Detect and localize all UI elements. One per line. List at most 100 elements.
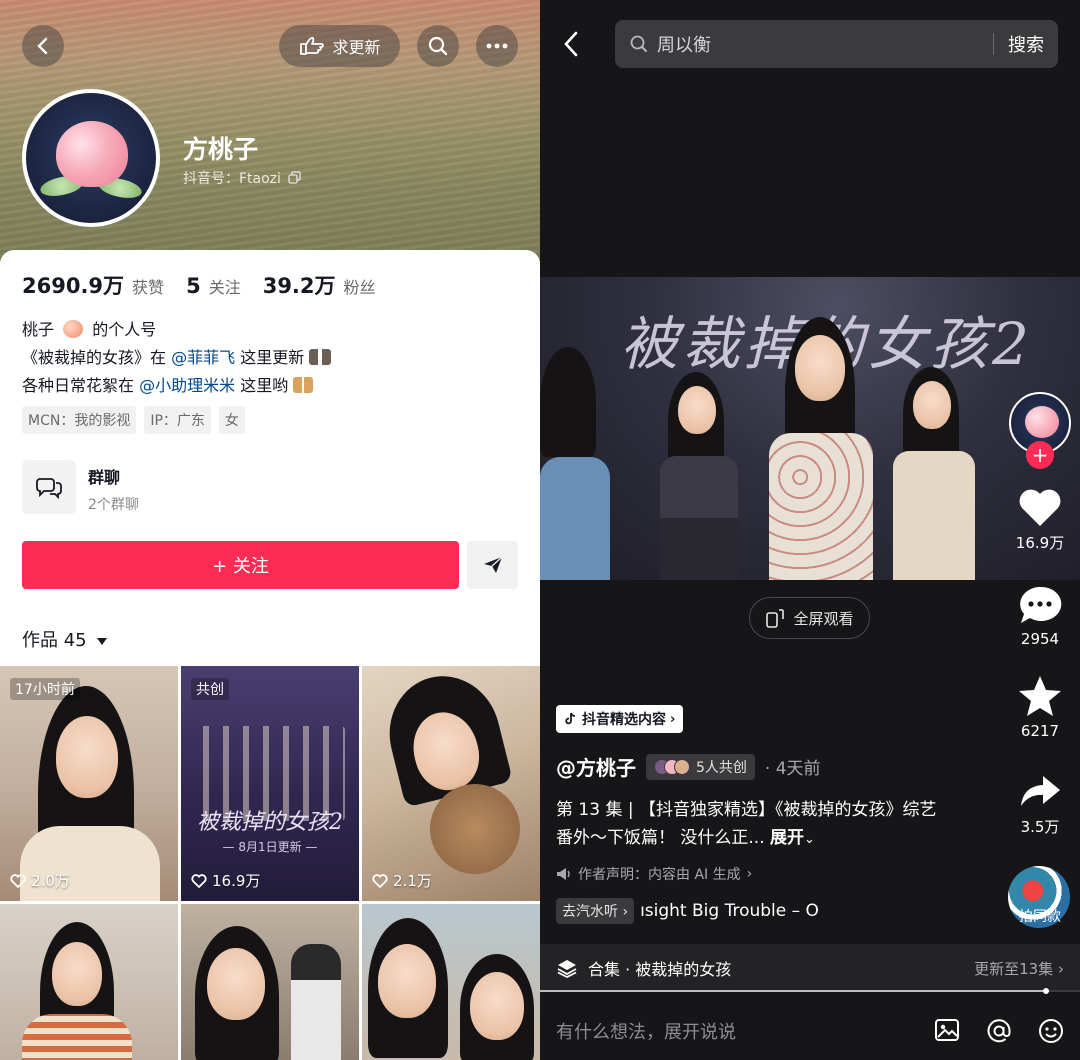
likes-label: 获赞 bbox=[132, 278, 165, 297]
chevron-right-icon: › bbox=[670, 711, 676, 727]
mcn-tag[interactable]: MCN：我的影视 bbox=[22, 406, 137, 434]
megaphone-icon bbox=[557, 868, 570, 880]
peach-emoji-icon bbox=[63, 320, 84, 338]
video-thumb[interactable] bbox=[181, 904, 359, 1060]
video-description[interactable]: 第 13 集 | 【抖音独家精选】《被裁掉的女孩》综艺番外～下饭篇！ 没什么正.… bbox=[556, 796, 946, 854]
chevron-right-icon: › bbox=[746, 866, 753, 882]
comment-count: 2954 bbox=[1020, 630, 1060, 648]
video-player[interactable]: 被裁掉的女孩2 bbox=[540, 277, 1080, 580]
works-tab[interactable]: 作品 45 bbox=[22, 626, 108, 652]
bio-line-1: 桃子 的个人号 bbox=[22, 316, 331, 344]
video-thumb[interactable] bbox=[0, 904, 178, 1060]
heart-icon bbox=[1019, 489, 1061, 526]
rotate-screen-icon bbox=[766, 609, 785, 628]
cocreate-label: 5人共创 bbox=[696, 759, 747, 776]
source-chip-label: 抖音精选内容 bbox=[582, 712, 666, 728]
share-button[interactable]: 3.5万 bbox=[1007, 772, 1073, 837]
music-row[interactable]: 去汽水听 › ısight Big Trouble – O bbox=[556, 898, 819, 924]
search-button[interactable] bbox=[417, 25, 459, 67]
video-thumb[interactable] bbox=[362, 904, 540, 1060]
profile-name: 方桃子 bbox=[183, 135, 259, 164]
stack-icon bbox=[557, 960, 577, 978]
following-label[interactable]: 关注 bbox=[209, 274, 241, 298]
following-count[interactable]: 5 bbox=[186, 274, 201, 298]
copy-icon bbox=[288, 171, 302, 184]
collection-label: 合集 · 被裁掉的女孩 bbox=[588, 960, 732, 979]
cocreator-avatars bbox=[654, 758, 690, 775]
shoot-same-label: 拍同款 bbox=[1019, 909, 1061, 925]
face-shape bbox=[378, 944, 436, 1018]
request-update-button[interactable]: 求更新 bbox=[279, 25, 400, 67]
ai-declaration[interactable]: 作者声明：内容由 AI 生成 › bbox=[556, 864, 752, 884]
expand-button[interactable]: 展开 bbox=[770, 828, 804, 848]
mention-link[interactable]: @小助理米米 bbox=[139, 376, 235, 395]
search-input[interactable]: 周以衡 bbox=[657, 31, 711, 57]
back-button[interactable] bbox=[22, 25, 64, 67]
follow-author-button[interactable]: + bbox=[1026, 441, 1054, 469]
follow-button[interactable]: + 关注 bbox=[22, 541, 459, 589]
ip-tag: IP：广东 bbox=[144, 406, 211, 434]
dancers-emoji-icon bbox=[309, 349, 332, 365]
peach-icon bbox=[56, 121, 128, 187]
source-chip[interactable]: 抖音精选内容 › bbox=[556, 705, 684, 733]
image-icon[interactable] bbox=[934, 1018, 960, 1042]
emoji-icon[interactable] bbox=[1038, 1018, 1064, 1044]
thumb-image bbox=[0, 666, 178, 901]
chevron-left-icon bbox=[37, 37, 48, 55]
comment-input[interactable]: 有什么想法，展开说说 bbox=[556, 1018, 736, 1044]
search-divider bbox=[993, 33, 994, 55]
music-title: ısight Big Trouble – O bbox=[640, 901, 819, 921]
followers-label[interactable]: 粉丝 bbox=[344, 274, 376, 298]
cocreate-badge: 共创 bbox=[191, 678, 229, 700]
video-thumb[interactable]: 17小时前 2.0万 bbox=[0, 666, 178, 901]
heart-outline-icon bbox=[372, 873, 388, 888]
mention-link[interactable]: @菲菲飞 bbox=[171, 348, 235, 367]
open-in-music-app-button[interactable]: 去汽水听 › bbox=[556, 898, 635, 924]
more-button[interactable] bbox=[476, 25, 518, 67]
description-text: 第 13 集 | 【抖音独家精选】《被裁掉的女孩》综艺番外～下饭篇！ 没什么正.… bbox=[556, 800, 937, 848]
author-name[interactable]: @方桃子 bbox=[556, 752, 636, 781]
profile-avatar[interactable] bbox=[22, 89, 160, 227]
share-arrow-icon bbox=[1021, 776, 1060, 806]
star-icon bbox=[1019, 676, 1061, 716]
group-chat-count: 2个群聊 bbox=[88, 497, 139, 513]
fullscreen-button[interactable]: 全屏观看 bbox=[749, 597, 870, 639]
progress-handle[interactable] bbox=[1043, 988, 1049, 994]
face-shape bbox=[56, 716, 118, 798]
chevron-left-icon bbox=[564, 31, 578, 57]
share-profile-button[interactable] bbox=[467, 541, 518, 589]
clothes-shape bbox=[22, 1014, 132, 1060]
like-button[interactable]: 16.9万 bbox=[1007, 488, 1073, 553]
douyin-id[interactable]: 抖音号：Ftaozi bbox=[183, 168, 302, 188]
mention-icon[interactable] bbox=[986, 1018, 1012, 1044]
search-submit-button[interactable]: 搜索 bbox=[1008, 31, 1044, 57]
thumb-image bbox=[0, 904, 178, 1060]
followers-count[interactable]: 39.2万 bbox=[263, 270, 336, 300]
search-bar[interactable]: 周以衡 搜索 bbox=[615, 20, 1058, 68]
thumb-likes: 16.9万 bbox=[191, 870, 260, 891]
collection-bar[interactable]: 合集 · 被裁掉的女孩 更新至13集 › bbox=[540, 944, 1080, 992]
favorite-count: 6217 bbox=[1020, 722, 1060, 740]
back-button[interactable] bbox=[562, 30, 580, 62]
favorite-button[interactable]: 6217 bbox=[1007, 674, 1073, 740]
bio-text: 这里哟 bbox=[240, 376, 289, 395]
cocreate-chip[interactable]: 5人共创 bbox=[646, 753, 755, 780]
douyin-id-text: 抖音号：Ftaozi bbox=[183, 171, 281, 187]
heart-outline-icon bbox=[10, 873, 26, 888]
bio-text: 桃子 bbox=[22, 320, 55, 339]
request-update-label: 求更新 bbox=[332, 38, 381, 57]
group-chat-entry[interactable]: 群聊 2个群聊 bbox=[22, 460, 139, 514]
comment-bar: 有什么想法，展开说说 bbox=[540, 1002, 1080, 1060]
video-thumb[interactable]: 被裁掉的女孩2 — 8月1日更新 — 共创 16.9万 bbox=[181, 666, 359, 901]
thumb-image bbox=[362, 904, 540, 1060]
declaration-text: 作者声明：内容由 AI 生成 bbox=[578, 867, 741, 883]
face-shape bbox=[470, 972, 524, 1040]
video-progress-bar[interactable] bbox=[540, 988, 1080, 994]
profile-stats: 2690.9万 获赞 5 关注 39.2万 粉丝 bbox=[22, 270, 376, 300]
performer-shape bbox=[755, 317, 885, 580]
comment-button[interactable]: 2954 bbox=[1007, 584, 1073, 648]
face-shape bbox=[207, 948, 265, 1020]
peach-icon bbox=[1025, 406, 1059, 438]
author-line: @方桃子 5人共创 · 4天前 bbox=[556, 752, 821, 781]
video-thumb[interactable]: 2.1万 bbox=[362, 666, 540, 901]
